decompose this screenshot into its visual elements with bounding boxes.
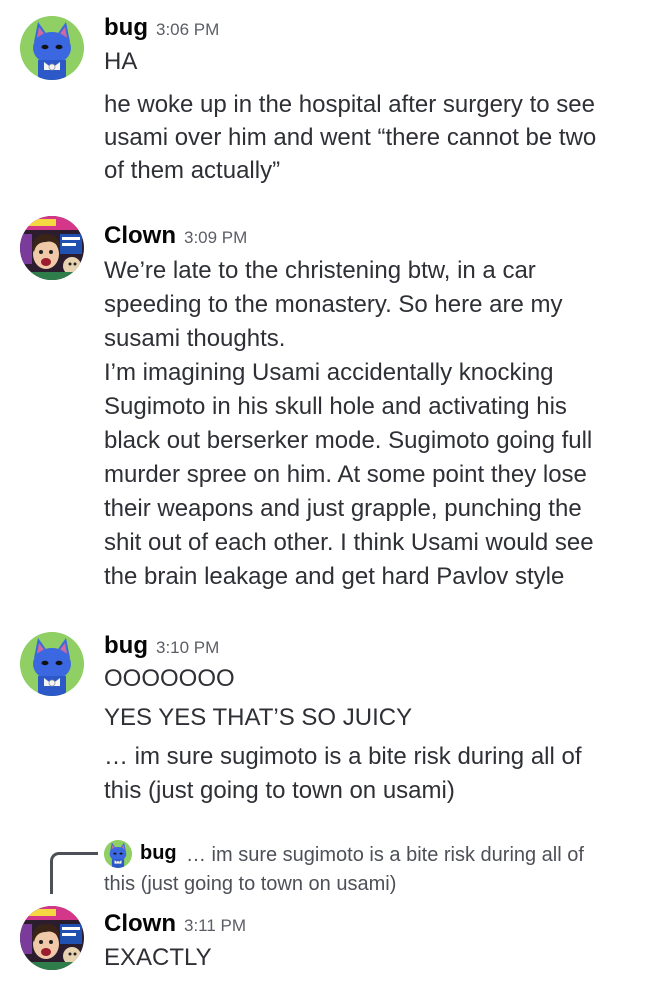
clown-avatar-icon[interactable] bbox=[20, 906, 84, 970]
message-line: We’re late to the christening btw, in a … bbox=[104, 257, 536, 284]
message-header: Clown 3:09 PM bbox=[104, 222, 247, 250]
message-line: of them actually” bbox=[104, 157, 281, 184]
author-name[interactable]: Clown bbox=[104, 910, 176, 937]
message-line: I’m imagining Usami accidentally knockin… bbox=[104, 359, 554, 386]
message-line: murder spree on him. At some point they … bbox=[104, 461, 587, 488]
message-header: bug 3:06 PM bbox=[104, 14, 219, 42]
bug-avatar-icon[interactable] bbox=[20, 632, 84, 696]
author-name[interactable]: bug bbox=[104, 14, 148, 41]
bug-avatar-icon[interactable] bbox=[20, 16, 84, 80]
timestamp: 3:09 PM bbox=[184, 228, 248, 247]
reply-connector bbox=[50, 852, 98, 894]
reply-avatar-icon[interactable] bbox=[104, 840, 132, 868]
author-name[interactable]: bug bbox=[104, 632, 148, 659]
message-line: Sugimoto in his skull hole and activatin… bbox=[104, 393, 567, 420]
timestamp: 3:11 PM bbox=[184, 916, 247, 935]
message-line: their weapons and just grapple, punching… bbox=[104, 495, 582, 522]
message-line: black out berserker mode. Sugimoto going… bbox=[104, 427, 593, 454]
author-name[interactable]: Clown bbox=[104, 222, 176, 249]
message-line: shit out of each other. I think Usami wo… bbox=[104, 529, 594, 556]
timestamp: 3:10 PM bbox=[155, 638, 220, 657]
timestamp: 3:06 PM bbox=[155, 20, 220, 39]
message-line: usami over him and went “there cannot be… bbox=[104, 124, 597, 151]
message-line: … im sure sugimoto is a bite risk during… bbox=[104, 743, 582, 770]
message-line: speeding to the monastery. So here are m… bbox=[104, 291, 563, 318]
message-header: bug 3:10 PM bbox=[104, 632, 219, 660]
message-line: he woke up in the hospital after surgery… bbox=[104, 91, 595, 118]
message-line: OOOOOOO bbox=[104, 665, 235, 692]
message-line: EXACTLY bbox=[104, 944, 212, 971]
message-line: this (just going to town on usami) bbox=[104, 777, 455, 804]
reply-preview-line[interactable]: … im sure sugimoto is a bite risk during… bbox=[186, 844, 584, 867]
message-line: YES YES THAT’S SO JUICY bbox=[104, 704, 413, 731]
message-line: the brain leakage and get hard Pavlov st… bbox=[104, 563, 565, 590]
reply-preview-line[interactable]: this (just going to town on usami) bbox=[104, 873, 396, 896]
message-line: susami thoughts. bbox=[104, 325, 286, 352]
message-header: Clown 3:11 PM bbox=[104, 910, 246, 938]
message-line: HA bbox=[104, 48, 138, 75]
clown-avatar-icon[interactable] bbox=[20, 216, 84, 280]
reply-author[interactable]: bug bbox=[140, 842, 177, 865]
